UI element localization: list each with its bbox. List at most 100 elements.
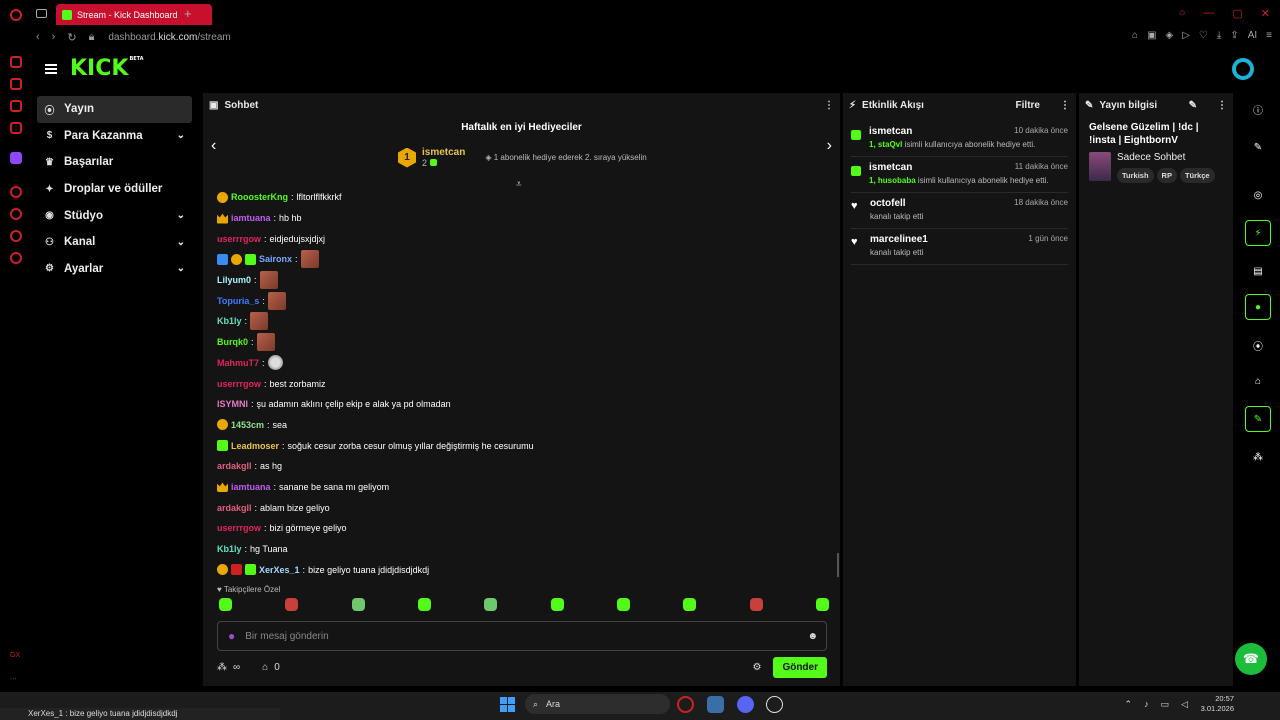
- emote-icon[interactable]: [351, 598, 365, 611]
- lightning-toggle-icon[interactable]: ⚡︎: [1245, 220, 1271, 246]
- emote-icon[interactable]: [250, 312, 269, 331]
- share-icon[interactable]: ⇪: [1230, 30, 1238, 41]
- activity-user[interactable]: octofell: [870, 198, 906, 209]
- emote-icon[interactable]: [300, 250, 319, 269]
- top-gifter-name[interactable]: ismetcan: [422, 147, 465, 158]
- activity-user[interactable]: marcelinee1: [870, 234, 928, 245]
- chat-username[interactable]: 1453cm: [231, 420, 264, 430]
- emote-icon[interactable]: [417, 598, 431, 611]
- chat-username[interactable]: Saironx: [259, 254, 292, 264]
- kebab-menu-icon[interactable]: ⋮: [824, 100, 834, 111]
- sidebar-item-droplar[interactable]: ✦ Droplar ve ödüller: [32, 176, 197, 203]
- new-tab-icon[interactable]: +: [184, 6, 192, 21]
- player-icon[interactable]: [10, 186, 22, 198]
- emote-icon[interactable]: [267, 355, 283, 371]
- mic-tray-icon[interactable]: ♪: [1144, 699, 1149, 710]
- next-arrow-icon[interactable]: ›: [827, 137, 832, 155]
- chat-username[interactable]: userrrgow: [217, 234, 261, 244]
- document-icon[interactable]: ▤: [1245, 258, 1271, 284]
- more-icon[interactable]: ...: [10, 672, 17, 681]
- chat-username[interactable]: Kb1ly: [217, 544, 242, 554]
- close-icon[interactable]: ✕: [1261, 7, 1270, 20]
- minimize-icon[interactable]: —: [1203, 7, 1214, 20]
- ai-button[interactable]: AI: [1248, 30, 1257, 41]
- sidebar-item-ayarlar[interactable]: ⚙ Ayarlar ⌄: [32, 256, 197, 283]
- messenger-icon[interactable]: [10, 100, 22, 112]
- chat-input[interactable]: ● Bir mesaj gönderin ☻: [217, 621, 827, 651]
- edit-icon[interactable]: ✎: [1189, 100, 1197, 111]
- emote-icon[interactable]: [285, 598, 299, 611]
- chat-username[interactable]: userrrgow: [217, 379, 261, 389]
- back-icon[interactable]: ‹: [36, 31, 40, 44]
- chat-username[interactable]: ardakgll: [217, 503, 252, 513]
- emote-icon[interactable]: [267, 291, 286, 310]
- discord-icon[interactable]: [737, 696, 754, 713]
- chat-username[interactable]: iamtuana: [231, 213, 271, 223]
- menu-icon[interactable]: ≡: [1266, 30, 1272, 41]
- emote-icon[interactable]: [815, 598, 829, 611]
- prev-arrow-icon[interactable]: ‹: [211, 137, 216, 155]
- emote-icon[interactable]: [484, 598, 498, 611]
- chat-scrollbar[interactable]: [837, 553, 839, 577]
- emote-icon[interactable]: [683, 598, 697, 611]
- chat-username[interactable]: Topuria_s: [217, 296, 259, 306]
- profile-avatar[interactable]: [1232, 58, 1254, 80]
- taskbar-search[interactable]: ⌕ Ara: [525, 694, 670, 714]
- history-icon[interactable]: [10, 208, 22, 220]
- chat-username[interactable]: ardakgll: [217, 461, 252, 471]
- shield-icon[interactable]: ◈: [1166, 30, 1174, 41]
- chat-toggle-icon[interactable]: ●: [1245, 294, 1271, 320]
- chat-username[interactable]: lSYMNl: [217, 399, 248, 409]
- bag-icon[interactable]: [10, 78, 22, 90]
- support-icon[interactable]: ☎: [1235, 643, 1267, 675]
- sidebar-item-para-kazanma[interactable]: $ Para Kazanma ⌄: [32, 123, 197, 150]
- chat-username[interactable]: Leadmoser: [231, 441, 279, 451]
- kick-logo[interactable]: KICKBETA: [70, 56, 144, 81]
- sidebar-item-basarilar[interactable]: ♛ Başarılar: [32, 149, 197, 176]
- camera-icon[interactable]: ◎: [1245, 182, 1271, 208]
- kebab-menu-icon[interactable]: ⋮: [1060, 100, 1070, 111]
- chat-username[interactable]: Kb1ly: [217, 316, 242, 326]
- emote-icon[interactable]: [256, 333, 275, 352]
- broadcast-icon[interactable]: ⦿: [1245, 332, 1271, 358]
- heart-icon[interactable]: ♡: [1199, 30, 1208, 41]
- emote-icon[interactable]: [616, 598, 630, 611]
- tab-menu-icon[interactable]: [36, 9, 47, 18]
- emote-icon[interactable]: [259, 271, 278, 290]
- pin-icon[interactable]: ⌂: [1132, 30, 1138, 41]
- sidebar-item-kanal[interactable]: ⚇ Kanal ⌄: [32, 229, 197, 256]
- emote-icon[interactable]: [749, 598, 763, 611]
- opera-taskbar-icon[interactable]: [677, 696, 694, 713]
- activity-user[interactable]: ismetcan: [869, 126, 912, 137]
- kebab-menu-icon[interactable]: ⋮: [1217, 100, 1227, 111]
- emoji-icon[interactable]: ☻: [807, 631, 818, 642]
- chat-username[interactable]: iamtuana: [231, 482, 271, 492]
- filter-button[interactable]: Filtre: [1016, 100, 1040, 111]
- chat-username[interactable]: Lilyum0: [217, 275, 251, 285]
- download-icon[interactable]: ⤓: [1217, 30, 1221, 41]
- chevron-up-icon[interactable]: ⌃: [1125, 699, 1133, 710]
- points-icon[interactable]: ⁂: [1245, 444, 1271, 470]
- pencil-icon[interactable]: ✎: [1245, 134, 1271, 160]
- network-icon[interactable]: ▭: [1161, 699, 1170, 710]
- forward-icon[interactable]: ›: [52, 31, 56, 44]
- wrench-toggle-icon[interactable]: ✎: [1245, 406, 1271, 432]
- chat-username[interactable]: userrrgow: [217, 523, 261, 533]
- store-icon[interactable]: ⌂: [1245, 368, 1271, 394]
- opera-logo-icon[interactable]: [10, 9, 22, 21]
- twitch-alt-icon[interactable]: [10, 122, 22, 134]
- send-button[interactable]: Gönder: [773, 656, 827, 678]
- chat-username[interactable]: Burqk0: [217, 337, 248, 347]
- hamburger-icon[interactable]: [45, 64, 57, 74]
- snapshot-icon[interactable]: ▣: [1147, 30, 1156, 41]
- activity-user[interactable]: ismetcan: [869, 162, 912, 173]
- chat-username[interactable]: XerXes_1: [259, 565, 300, 575]
- search-tabs-icon[interactable]: ○: [1179, 7, 1186, 20]
- store-icon[interactable]: ⌂: [262, 662, 268, 673]
- chat-settings-icon[interactable]: ⚙: [752, 662, 761, 673]
- sidebar-item-studyo[interactable]: ◉ Stüdyo ⌄: [32, 202, 197, 229]
- volume-icon[interactable]: ◁: [1181, 699, 1188, 710]
- aria-icon[interactable]: [10, 56, 22, 68]
- info-icon[interactable]: ⓘ: [1245, 96, 1271, 122]
- chat-username[interactable]: RooosterKng: [231, 192, 288, 202]
